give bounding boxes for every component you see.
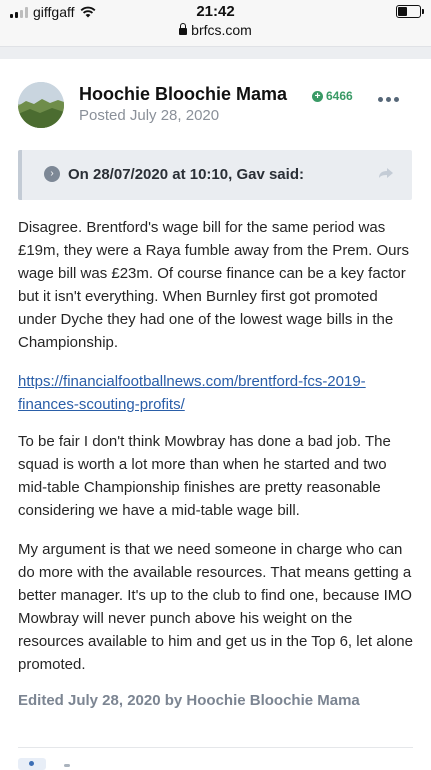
status-bar: giffgaff 21:42 brfcs.com xyxy=(0,0,431,46)
edited-note: Edited July 28, 2020 by Hoochie Bloochie… xyxy=(18,692,360,709)
share-icon[interactable] xyxy=(378,167,394,179)
post-date[interactable]: Posted July 28, 2020 xyxy=(79,107,219,124)
quote-reply-icon[interactable] xyxy=(18,758,46,770)
reputation-plus-icon: + xyxy=(312,90,323,102)
url-text: brfcs.com xyxy=(191,22,252,38)
page-top-edge xyxy=(0,46,431,59)
reputation-badge: + 6466 xyxy=(312,89,353,103)
clock: 21:42 xyxy=(196,3,235,20)
address-bar[interactable]: brfcs.com xyxy=(0,22,431,38)
author-name[interactable]: Hoochie Bloochie Mama xyxy=(79,84,287,105)
more-options-icon[interactable] xyxy=(378,97,399,102)
post-paragraph-3: My argument is that we need someone in c… xyxy=(18,541,413,673)
avatar[interactable] xyxy=(18,82,64,128)
quote-citation: On 28/07/2020 at 10:10, Gav said: xyxy=(68,166,304,183)
reputation-count: 6466 xyxy=(326,89,353,103)
divider xyxy=(18,747,413,748)
quote-block[interactable]: › On 28/07/2020 at 10:10, Gav said: xyxy=(18,150,412,200)
post-link-paragraph: https://financialfootballnews.com/brentf… xyxy=(18,370,413,416)
lock-icon xyxy=(179,23,188,35)
article-link[interactable]: https://financialfootballnews.com/brentf… xyxy=(18,373,366,413)
quote-expand-icon[interactable]: › xyxy=(44,166,60,182)
post-paragraph-2: To be fair I don't think Mowbray has don… xyxy=(18,433,391,519)
battery-icon xyxy=(396,5,424,18)
post-paragraph-1: Disagree. Brentford's wage bill for the … xyxy=(18,219,409,351)
